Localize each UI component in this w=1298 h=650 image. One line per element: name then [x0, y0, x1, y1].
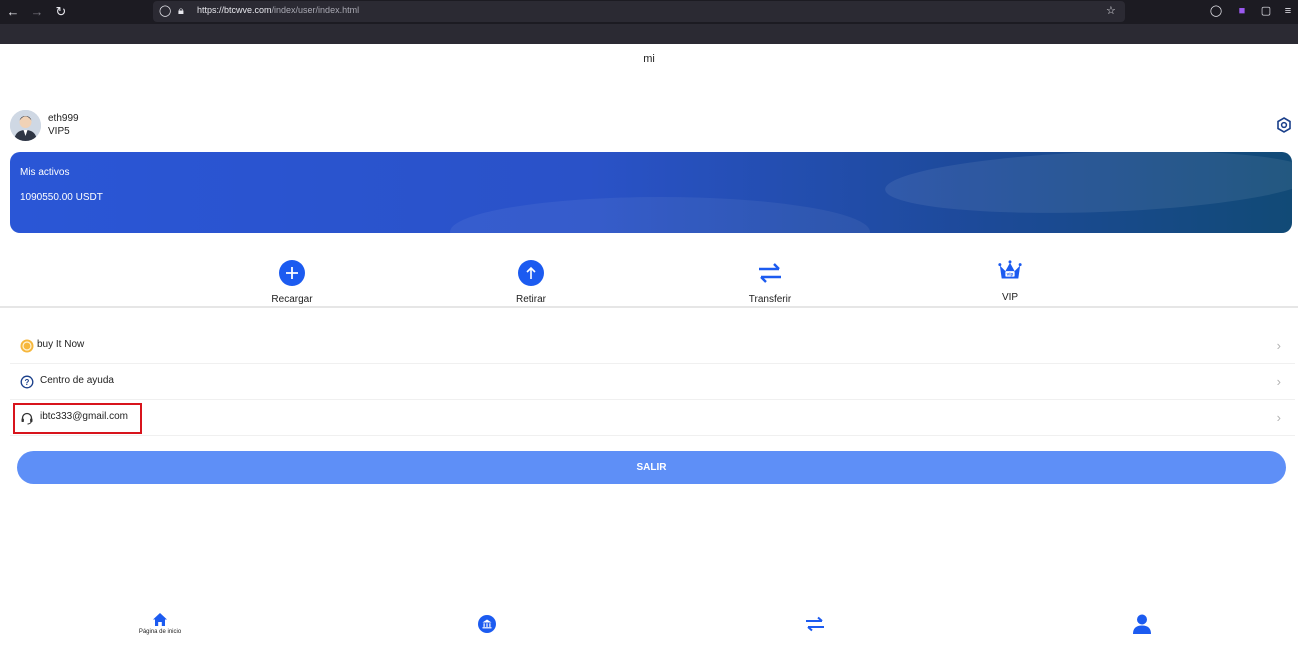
- tab-profile[interactable]: [1097, 614, 1187, 636]
- plus-circle-icon: [279, 260, 305, 286]
- card-decoration: [884, 152, 1292, 220]
- menu-icon[interactable]: ≡: [1280, 3, 1296, 19]
- browser-toolbar: ← → ↻ ◯ 🔒︎ https://btcwve.com/index/user…: [0, 0, 1298, 24]
- withdraw-button[interactable]: Retirar: [491, 260, 571, 305]
- menu-item-support-email[interactable]: ibtc333@gmail.com ›: [10, 400, 1295, 436]
- vip-button[interactable]: vip VIP: [970, 260, 1050, 303]
- settings-icon[interactable]: [1276, 117, 1292, 133]
- assets-label: Mis activos: [20, 167, 70, 178]
- arrow-up-circle-icon: [518, 260, 544, 286]
- svg-text:?: ?: [25, 378, 30, 387]
- vip-crown-icon: vip: [998, 260, 1022, 279]
- chevron-right-icon: ›: [1276, 338, 1281, 353]
- annotation-highlight-box: [13, 403, 142, 434]
- section-divider: [0, 306, 1298, 308]
- vip-level: VIP5: [48, 126, 70, 137]
- pocket-icon[interactable]: ◯: [1208, 3, 1224, 19]
- recharge-button[interactable]: Recargar: [252, 260, 332, 305]
- asset-card: Mis activos 1090550.00 USDT: [10, 152, 1292, 233]
- username: eth999: [48, 113, 79, 124]
- forward-icon[interactable]: →: [28, 3, 46, 21]
- logout-button[interactable]: SALIR: [17, 451, 1286, 484]
- tab-home[interactable]: Página de inicio: [115, 612, 205, 635]
- chevron-right-icon: ›: [1276, 374, 1281, 389]
- coin-icon: [20, 339, 34, 353]
- recharge-label: Recargar: [271, 294, 313, 305]
- extensions-icon[interactable]: ▢: [1258, 3, 1274, 19]
- bank-icon: [478, 615, 496, 633]
- help-circle-icon: ?: [20, 375, 34, 389]
- bookmark-star-icon[interactable]: ☆: [1106, 4, 1116, 19]
- card-decoration: [450, 197, 870, 233]
- transfer-button[interactable]: Transferir: [730, 260, 810, 305]
- assets-value: 1090550.00 USDT: [20, 192, 103, 203]
- exchange-icon: [806, 616, 824, 632]
- lock-icon[interactable]: 🔒︎: [178, 4, 184, 19]
- transfer-arrows-icon: [759, 263, 781, 283]
- tab-bank[interactable]: [442, 615, 532, 635]
- browser-strip: [0, 24, 1298, 44]
- svg-text:vip: vip: [1007, 272, 1014, 277]
- menu-item-label: buy It Now: [37, 339, 85, 350]
- extension-badge-icon[interactable]: ■: [1234, 3, 1250, 19]
- avatar[interactable]: [10, 110, 41, 141]
- user-icon: [1133, 614, 1151, 634]
- url-bar[interactable]: ◯ 🔒︎ https://btcwve.com/index/user/index…: [153, 1, 1125, 22]
- transfer-label: Transferir: [748, 294, 792, 305]
- withdraw-label: Retirar: [515, 294, 546, 305]
- back-icon[interactable]: ←: [4, 3, 22, 21]
- tab-label: Página de inicio: [138, 629, 182, 635]
- reload-icon[interactable]: ↻: [52, 3, 70, 21]
- avatar-person-icon: [10, 110, 41, 141]
- url-text[interactable]: https://btcwve.com/index/user/index.html: [197, 5, 359, 15]
- page-title: mi: [643, 53, 655, 65]
- menu-item-help-center[interactable]: ? Centro de ayuda ›: [10, 364, 1295, 400]
- chevron-right-icon: ›: [1276, 410, 1281, 425]
- menu-item-buy-it-now[interactable]: buy It Now ›: [10, 328, 1295, 364]
- home-icon: [153, 613, 167, 626]
- menu-item-label: Centro de ayuda: [40, 375, 114, 386]
- tab-exchange[interactable]: [770, 616, 860, 634]
- shield-icon[interactable]: ◯: [159, 4, 171, 19]
- vip-label: VIP: [1001, 292, 1019, 303]
